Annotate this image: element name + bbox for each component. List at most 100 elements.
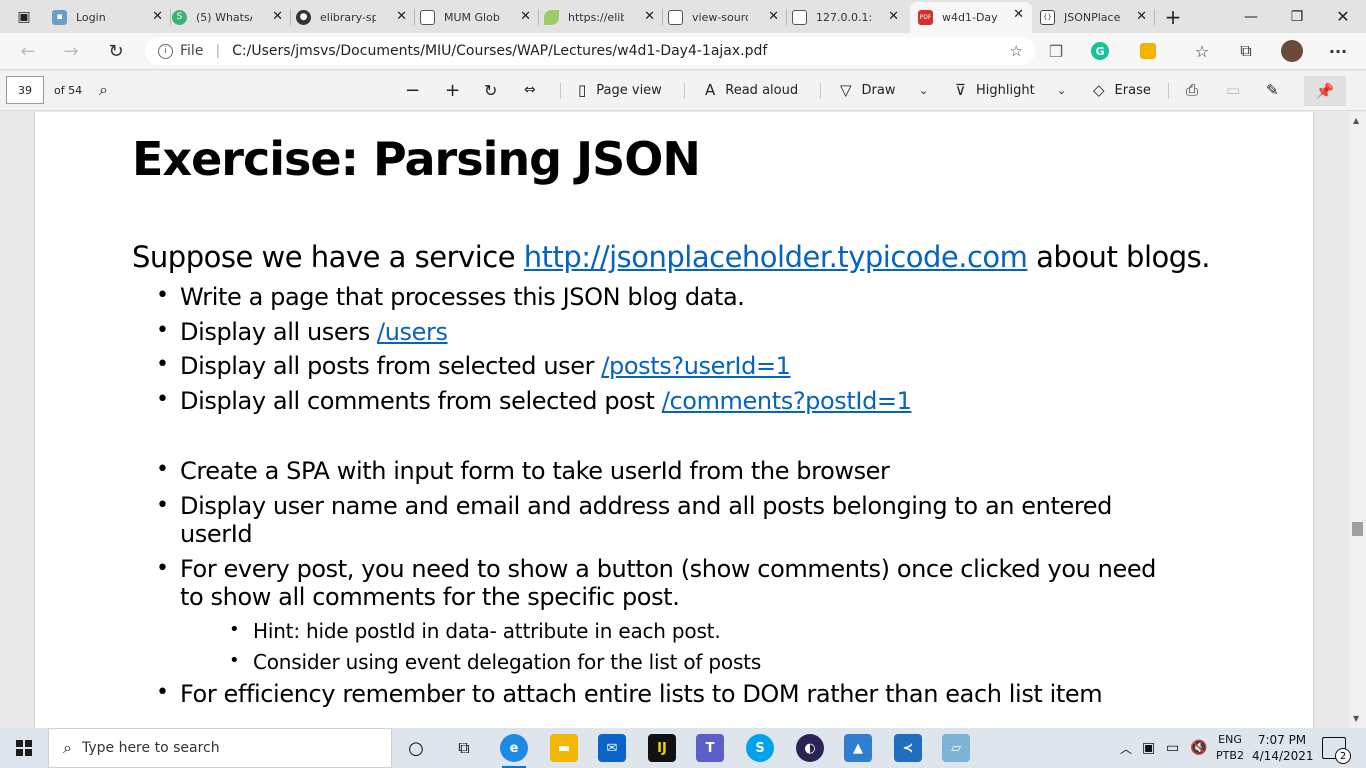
close-icon[interactable]: ✕ (396, 9, 407, 24)
page-icon (792, 9, 807, 25)
draw-dropdown-chevron-icon[interactable]: ⌄ (919, 79, 928, 101)
close-icon[interactable]: ✕ (152, 9, 163, 24)
scroll-up-arrow-icon[interactable]: ▲ (1353, 116, 1359, 125)
tab-actions-menu-icon[interactable]: ▣ (4, 0, 44, 33)
mail-icon[interactable]: ✉ (598, 734, 626, 762)
page-number-input[interactable]: 39 (6, 76, 44, 104)
tab-localhost[interactable]: 127.0.0.1:5 ✕ (792, 4, 907, 30)
edge-browser-icon[interactable]: e (500, 734, 528, 768)
vscode-icon[interactable]: ≺ (894, 734, 922, 762)
restore-icon[interactable]: ❐ (1274, 0, 1320, 33)
highlight-button[interactable]: ⊽ Highlight (955, 79, 1035, 101)
skype-icon[interactable]: S (746, 734, 774, 762)
print-icon[interactable]: ⎙ (1186, 79, 1198, 101)
tab-pdf-active[interactable]: PDF w4d1-Day4 ✕ (910, 2, 1032, 33)
close-icon[interactable]: ✕ (1136, 9, 1147, 24)
address-input[interactable]: i File | C:/Users/jmsvs/Documents/MIU/Co… (145, 37, 1035, 65)
highlight-dropdown-chevron-icon[interactable]: ⌄ (1057, 79, 1066, 101)
notification-center-icon[interactable]: 2 (1322, 737, 1351, 764)
jsonplaceholder-link[interactable]: http://jsonplaceholder.typicode.com (524, 240, 1028, 274)
more-menu-icon[interactable]: ··· (1326, 40, 1350, 62)
input-language-indicator[interactable]: ENG PTB2 (1212, 732, 1248, 764)
divider (1168, 83, 1169, 99)
keyboard-layout: PTB2 (1216, 749, 1244, 762)
scroll-down-arrow-icon[interactable]: ▼ (1353, 714, 1359, 723)
add-favorite-icon[interactable]: ☆ (1010, 42, 1023, 60)
clock[interactable]: 7:07 PM 4/14/2021 (1252, 732, 1314, 764)
network-icon[interactable]: ▭ (1166, 728, 1179, 768)
tab-github-elibrary[interactable]: ● elibrary-sp ✕ (296, 4, 415, 30)
read-aloud-button[interactable]: A Read aloud (705, 79, 798, 101)
browser-tab-bar: ▣ ▪ Login ✕ S (5) WhatsA ✕ ● elibrary-sp… (0, 0, 1366, 33)
show-hidden-icons-chevron-icon[interactable]: ︿ (1120, 728, 1132, 768)
pdf-toolbar: 39 of 54 ⌕ − + ↻ ⇔ ▯ Page view A Read alou… (0, 71, 1366, 111)
draw-button[interactable]: ▽ Draw (840, 79, 896, 101)
intellij-icon[interactable]: IJ (648, 734, 676, 762)
minimize-icon[interactable]: — (1228, 0, 1274, 33)
collections-icon[interactable]: ❒ (1044, 40, 1068, 62)
file-explorer-icon[interactable]: ▬ (550, 734, 578, 762)
taskbar-search-input[interactable]: ⌕ Type here to search (48, 728, 392, 768)
zoom-in-icon[interactable]: + (445, 79, 460, 101)
grammarly-icon[interactable]: G (1088, 40, 1112, 62)
photos-icon[interactable]: ▲ (844, 734, 872, 762)
close-icon[interactable]: ✕ (644, 9, 655, 24)
find-search-icon[interactable]: ⌕ (99, 79, 108, 101)
page-view-button[interactable]: ▯ Page view (578, 79, 662, 101)
teams-icon[interactable]: T (696, 734, 724, 762)
tab-view-source[interactable]: view-sourc ✕ (668, 4, 787, 30)
extension-icon[interactable] (1136, 40, 1160, 62)
tab-elibrary[interactable]: https://elib ✕ (544, 4, 663, 30)
url-text: C:/Users/jmsvs/Documents/MIU/Courses/WAP… (232, 43, 768, 59)
profile-avatar[interactable] (1280, 40, 1304, 62)
close-icon[interactable]: ✕ (272, 9, 283, 24)
collections-add-icon[interactable]: ⧉ (1234, 40, 1258, 62)
intro-paragraph: Suppose we have a service http://jsonpla… (132, 240, 1210, 274)
app-icon[interactable]: ▱ (942, 734, 970, 762)
scrollbar-thumb[interactable] (1352, 522, 1363, 536)
close-icon[interactable]: ✕ (520, 9, 531, 24)
rotate-icon[interactable]: ↻ (484, 79, 497, 101)
cortana-icon[interactable]: ○ (402, 734, 430, 762)
vertical-scrollbar[interactable]: ▲ ▼ (1349, 112, 1366, 728)
tab-title: https://elib (568, 10, 624, 24)
save-icon[interactable]: ▭ (1226, 79, 1240, 101)
fit-to-page-icon[interactable]: ⇔ (524, 79, 536, 101)
tab-title: Login (76, 10, 106, 24)
read-aloud-icon: A (705, 81, 716, 99)
close-icon[interactable]: ✕ (768, 9, 779, 24)
erase-button[interactable]: ◇ Erase (1093, 79, 1151, 101)
page-view-icon: ▯ (578, 81, 587, 99)
info-icon[interactable]: i (158, 43, 173, 59)
divider (820, 83, 821, 99)
zoom-out-icon[interactable]: − (405, 79, 420, 101)
favorites-icon[interactable]: ☆ (1190, 40, 1214, 62)
comments-link[interactable]: /comments?postId=1 (662, 387, 912, 415)
posts-link[interactable]: /posts?userId=1 (601, 352, 791, 380)
json-icon: {} (1040, 9, 1055, 25)
tab-mum-global[interactable]: MUM Glob ✕ (420, 4, 539, 30)
back-arrow-icon[interactable]: ← (14, 39, 42, 63)
forward-arrow-icon[interactable]: → (57, 39, 85, 63)
window-close-icon[interactable]: ✕ (1320, 0, 1366, 33)
refresh-icon[interactable]: ↻ (102, 39, 130, 63)
tab-login[interactable]: ▪ Login ✕ (52, 4, 171, 30)
tab-title: view-sourc (692, 10, 748, 24)
bullet-item: Display all comments from selected post … (156, 387, 912, 415)
divider: | (215, 43, 221, 59)
tray-app-icon[interactable]: ▣ (1142, 728, 1155, 768)
language-code: ENG (1218, 733, 1242, 746)
task-view-icon[interactable]: ⧉ (450, 734, 478, 762)
divider (560, 83, 561, 99)
new-tab-plus-icon[interactable]: + (1150, 0, 1196, 33)
volume-muted-icon[interactable]: 🔇 (1190, 728, 1207, 768)
save-as-icon[interactable]: ✎ (1266, 79, 1279, 101)
start-button[interactable] (0, 728, 48, 768)
users-link[interactable]: /users (377, 318, 448, 346)
tab-jsonplaceholder[interactable]: {} JSONPlace ✕ (1040, 4, 1155, 30)
tab-whatsapp[interactable]: S (5) WhatsA ✕ (172, 4, 291, 30)
pin-toolbar-icon[interactable]: 📌 (1304, 76, 1346, 106)
eclipse-icon[interactable]: ◐ (796, 734, 824, 762)
close-icon[interactable]: ✕ (1013, 7, 1024, 22)
close-icon[interactable]: ✕ (888, 9, 899, 24)
